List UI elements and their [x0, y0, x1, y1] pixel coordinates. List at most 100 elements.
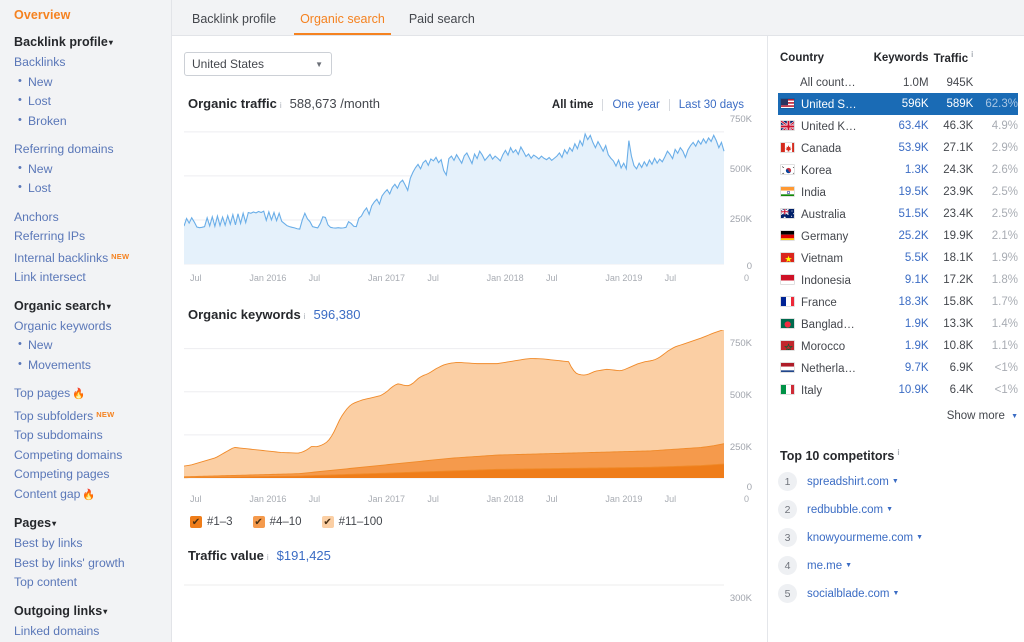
table-row[interactable]: India19.5K23.9K2.5%	[778, 181, 1018, 203]
country-keywords[interactable]: 1.9K	[867, 313, 929, 335]
table-row[interactable]: Banglad…1.9K13.3K1.4%	[778, 313, 1018, 335]
table-row-all-countries[interactable]: All count…1.0M945K	[778, 72, 1018, 93]
competitor-domain[interactable]: knowyourmeme.com	[807, 532, 913, 544]
sidebar-item-link-intersect[interactable]: Link intersect	[14, 270, 171, 285]
col-traffic[interactable]: Traffici	[929, 50, 974, 72]
sidebar-item-anchors[interactable]: Anchors	[14, 210, 171, 225]
sidebar-item-new[interactable]: New	[14, 162, 171, 177]
sidebar-item-broken[interactable]: Broken	[14, 114, 171, 129]
sidebar-group-pages[interactable]: Pages▾	[14, 516, 171, 530]
country-keywords[interactable]: 25.2K	[867, 225, 929, 247]
sidebar-item-top-subdomains[interactable]: Top subdomains	[14, 428, 171, 443]
sidebar-item-referring-domains[interactable]: Referring domains	[14, 142, 171, 157]
legend-checkbox-1[interactable]: ✔#1–3	[190, 516, 233, 528]
info-icon[interactable]: i	[897, 448, 899, 457]
chevron-down-icon[interactable]: ▼	[886, 506, 893, 513]
sidebar-item-backlinks[interactable]: Backlinks	[14, 55, 171, 70]
chevron-down-icon[interactable]: ▼	[892, 590, 899, 597]
sidebar-item-new[interactable]: New	[14, 338, 171, 353]
table-row[interactable]: Netherla…9.7K6.9K<1%	[778, 357, 1018, 379]
country-keywords[interactable]: 596K	[867, 93, 929, 115]
country-keywords[interactable]: 53.9K	[867, 137, 929, 159]
organic-keywords-chart[interactable]: 750K 500K 250K 0 JulJan 2016JulJan 2017J…	[184, 330, 754, 508]
country-keywords[interactable]: 51.5K	[867, 203, 929, 225]
organic-traffic-chart[interactable]: 750K 500K 250K 0 JulJan 2016JulJan 2017J…	[184, 119, 754, 287]
sidebar-group-backlink-profile[interactable]: Backlink profile▾	[14, 35, 171, 49]
show-more-countries[interactable]: Show more ▼	[778, 410, 1018, 422]
competitor-domain[interactable]: socialblade.com	[807, 588, 889, 600]
competitor-row[interactable]: 1spreadshirt.com▼	[778, 472, 1020, 491]
tab-organic-search[interactable]: Organic search	[292, 12, 393, 35]
country-select[interactable]: United States ▼	[184, 52, 332, 76]
range-last-30-days[interactable]: Last 30 days	[670, 99, 753, 111]
country-keywords[interactable]: 18.3K	[867, 291, 929, 313]
sidebar-item-best-by-links-growth[interactable]: Best by links' growth	[14, 556, 171, 571]
sidebar-group-organic-search[interactable]: Organic search▾	[14, 299, 171, 313]
sidebar-item-content-gap[interactable]: Content gap🔥	[14, 487, 171, 503]
info-icon[interactable]: i	[971, 50, 973, 59]
table-row[interactable]: Korea1.3K24.3K2.6%	[778, 159, 1018, 181]
sidebar-item-best-by-links[interactable]: Best by links	[14, 536, 171, 551]
table-row[interactable]: Italy10.9K6.4K<1%	[778, 379, 1018, 401]
sidebar-item-lost[interactable]: Lost	[14, 94, 171, 109]
sidebar-item-top-subfolders[interactable]: Top subfoldersNEW	[14, 407, 171, 424]
checkbox-checked-icon[interactable]: ✔	[322, 516, 334, 528]
legend-checkbox-2[interactable]: ✔#4–10	[253, 516, 302, 528]
table-row[interactable]: Vietnam5.5K18.1K1.9%	[778, 247, 1018, 269]
traffic-value-chart[interactable]: 300K	[184, 573, 754, 618]
sidebar-item-internal-backlinks[interactable]: Internal backlinksNEW	[14, 249, 171, 266]
sidebar-group-outgoing-links[interactable]: Outgoing links▾	[14, 604, 171, 618]
competitor-row[interactable]: 3knowyourmeme.com▼	[778, 528, 1020, 547]
country-keywords[interactable]: 9.7K	[867, 357, 929, 379]
info-icon[interactable]: i	[267, 553, 269, 562]
country-keywords[interactable]: 10.9K	[867, 379, 929, 401]
range-all-time[interactable]: All time	[543, 99, 603, 111]
table-row[interactable]: Indonesia9.1K17.2K1.8%	[778, 269, 1018, 291]
country-keywords[interactable]: 63.4K	[867, 115, 929, 137]
sidebar-item-competing-domains[interactable]: Competing domains	[14, 448, 171, 463]
sidebar-item-top-pages[interactable]: Top pages🔥	[14, 386, 171, 402]
checkbox-checked-icon[interactable]: ✔	[253, 516, 265, 528]
sidebar-item-top-content[interactable]: Top content	[14, 575, 171, 590]
table-row[interactable]: Canada53.9K27.1K2.9%	[778, 137, 1018, 159]
sidebar-item-overview[interactable]: Overview	[14, 8, 171, 22]
competitor-domain[interactable]: me.me	[807, 560, 842, 572]
tab-paid-search[interactable]: Paid search	[401, 12, 483, 35]
checkbox-checked-icon[interactable]: ✔	[190, 516, 202, 528]
competitor-domain[interactable]: redbubble.com	[807, 504, 883, 516]
table-row[interactable]: United K…63.4K46.3K4.9%	[778, 115, 1018, 137]
country-keywords[interactable]: 1.3K	[867, 159, 929, 181]
sidebar-item-organic-keywords[interactable]: Organic keywords	[14, 319, 171, 334]
chevron-down-icon[interactable]: ▼	[916, 534, 923, 541]
sidebar-item-referring-ips[interactable]: Referring IPs	[14, 229, 171, 244]
range-one-year[interactable]: One year	[603, 99, 668, 111]
competitor-row[interactable]: 2redbubble.com▼	[778, 500, 1020, 519]
country-keywords[interactable]: 1.9K	[867, 335, 929, 357]
sidebar-item-competing-pages[interactable]: Competing pages	[14, 467, 171, 482]
xtick-label: Jul	[427, 273, 439, 283]
table-row[interactable]: United S…596K589K62.3%	[778, 93, 1018, 115]
table-row[interactable]: France18.3K15.8K1.7%	[778, 291, 1018, 313]
country-keywords[interactable]: 9.1K	[867, 269, 929, 291]
competitor-row[interactable]: 5socialblade.com▼	[778, 584, 1020, 603]
sidebar-item-movements[interactable]: Movements	[14, 358, 171, 373]
table-row[interactable]: Germany25.2K19.9K2.1%	[778, 225, 1018, 247]
legend-checkbox-3[interactable]: ✔#11–100	[322, 516, 383, 528]
country-keywords[interactable]: 19.5K	[867, 181, 929, 203]
tab-backlink-profile[interactable]: Backlink profile	[184, 12, 284, 35]
chevron-down-icon: ▾	[103, 607, 107, 616]
col-keywords[interactable]: Keywords	[867, 50, 929, 72]
table-row[interactable]: Morocco1.9K10.8K1.1%	[778, 335, 1018, 357]
country-keywords[interactable]: 5.5K	[867, 247, 929, 269]
chevron-down-icon[interactable]: ▼	[845, 562, 852, 569]
sidebar-item-new[interactable]: New	[14, 75, 171, 90]
sidebar-item-lost[interactable]: Lost	[14, 181, 171, 196]
info-icon[interactable]: i	[304, 312, 306, 321]
info-icon[interactable]: i	[280, 101, 282, 110]
competitor-row[interactable]: 4me.me▼	[778, 556, 1020, 575]
sidebar-item-linked-domains[interactable]: Linked domains	[14, 624, 171, 639]
competitor-domain[interactable]: spreadshirt.com	[807, 476, 889, 488]
col-country[interactable]: Country	[778, 50, 867, 72]
table-row[interactable]: Australia51.5K23.4K2.5%	[778, 203, 1018, 225]
chevron-down-icon[interactable]: ▼	[892, 478, 899, 485]
